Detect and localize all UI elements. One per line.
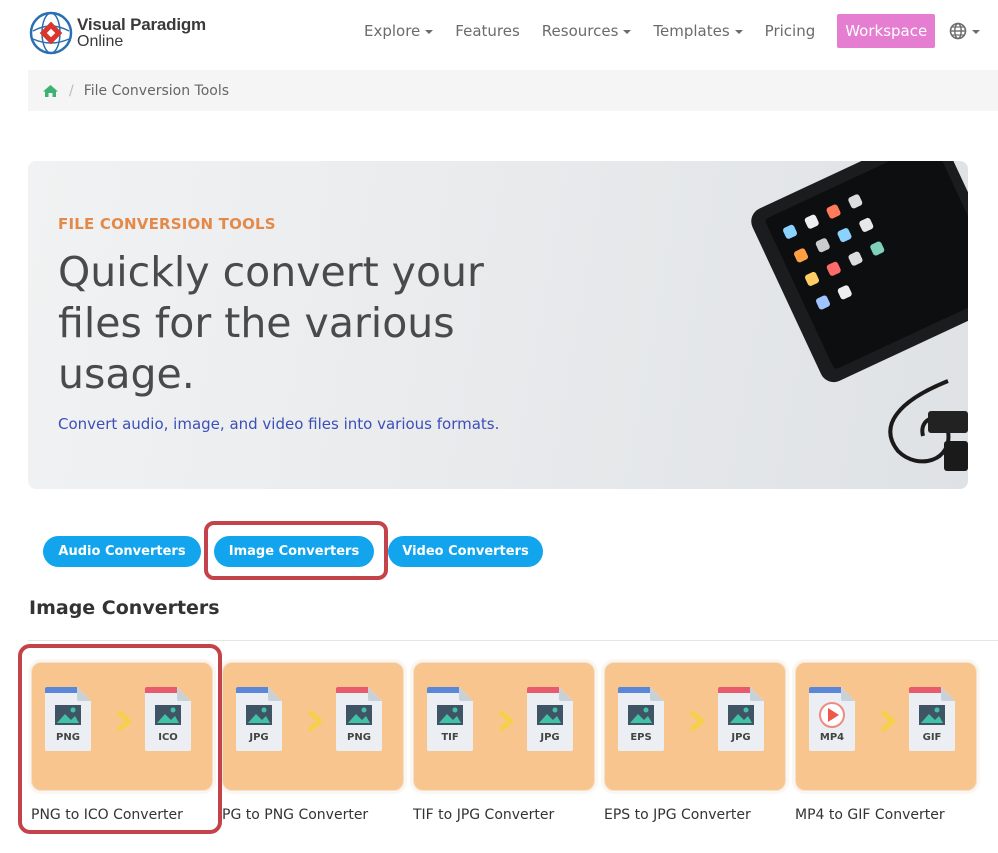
chevron-down-icon xyxy=(623,30,632,34)
converter-thumbnail[interactable]: TIF JPG xyxy=(413,662,595,791)
chevron-right-icon xyxy=(880,710,896,732)
converter-label[interactable]: PG to PNG Converter xyxy=(222,807,404,823)
section-divider xyxy=(28,640,998,641)
nav-pricing-label: Pricing xyxy=(764,22,816,40)
nav-explore-label: Explore xyxy=(364,22,421,40)
image-file-icon: JPG xyxy=(718,687,764,751)
logo-globe-icon xyxy=(29,11,73,55)
converter-label[interactable]: MP4 to GIF Converter xyxy=(795,807,977,823)
chevron-right-icon xyxy=(498,710,514,732)
image-file-icon: PNG xyxy=(336,687,382,751)
converter-label[interactable]: EPS to JPG Converter xyxy=(604,807,786,823)
to-format: JPG xyxy=(731,732,751,743)
chevron-right-icon xyxy=(689,710,705,732)
tablet-photo xyxy=(748,161,968,489)
converter-card-jpg-png[interactable]: JPG PNG PG to PNG Converter xyxy=(222,662,404,823)
chevron-down-icon xyxy=(425,30,434,34)
converter-thumbnail[interactable]: JPG PNG xyxy=(222,662,404,791)
from-format: TIF xyxy=(441,732,459,743)
nav-features-label: Features xyxy=(455,22,520,40)
home-icon[interactable] xyxy=(42,84,59,98)
breadcrumb: / File Conversion Tools xyxy=(28,70,998,111)
converter-card-tif-jpg[interactable]: TIF JPG TIF to JPG Converter xyxy=(413,662,595,823)
converter-thumbnail[interactable]: EPS JPG xyxy=(604,662,786,791)
to-format: PNG xyxy=(347,732,371,743)
tab-video-converters[interactable]: Video Converters xyxy=(388,536,543,567)
from-format: JPG xyxy=(249,732,269,743)
highlight-box xyxy=(18,644,222,834)
nav-resources[interactable]: Resources xyxy=(542,22,632,40)
to-format: GIF xyxy=(922,732,942,743)
image-file-icon: EPS xyxy=(618,687,664,751)
chevron-right-icon xyxy=(307,710,323,732)
nav-templates[interactable]: Templates xyxy=(653,22,743,40)
globe-icon xyxy=(949,22,967,40)
top-navbar: Visual Paradigm Online Explore Features … xyxy=(0,0,998,69)
brand-logo[interactable]: Visual Paradigm Online xyxy=(29,11,206,55)
image-file-icon: GIF xyxy=(909,687,955,751)
breadcrumb-separator: / xyxy=(69,82,74,99)
chevron-down-icon xyxy=(972,30,981,34)
hero-banner: FILE CONVERSION TOOLS Quickly convert yo… xyxy=(28,161,968,489)
nav-resources-label: Resources xyxy=(541,22,619,40)
chevron-down-icon xyxy=(734,30,743,34)
converter-card-eps-jpg[interactable]: EPS JPG EPS to JPG Converter xyxy=(604,662,786,823)
image-file-icon: TIF xyxy=(427,687,473,751)
image-file-icon: JPG xyxy=(527,687,573,751)
workspace-button[interactable]: Workspace xyxy=(837,14,936,48)
converter-card-mp4-gif[interactable]: MP4 GIF MP4 to GIF Converter xyxy=(795,662,977,823)
from-format: MP4 xyxy=(819,732,845,743)
hero-subtitle: Convert audio, image, and video files in… xyxy=(58,415,500,433)
nav-pricing[interactable]: Pricing xyxy=(765,22,816,40)
from-format: EPS xyxy=(630,732,652,743)
to-format: JPG xyxy=(540,732,560,743)
nav-templates-label: Templates xyxy=(653,22,730,40)
nav-explore[interactable]: Explore xyxy=(364,22,434,40)
hero-title: Quickly convert your files for the vario… xyxy=(58,248,484,398)
video-file-icon: MP4 xyxy=(809,687,855,751)
hero-eyebrow: FILE CONVERSION TOOLS xyxy=(58,215,276,233)
main-nav: Explore Features Resources Templates Pri… xyxy=(364,14,981,48)
converter-label[interactable]: TIF to JPG Converter xyxy=(413,807,595,823)
brand-name: Visual Paradigm xyxy=(77,15,206,34)
language-selector[interactable] xyxy=(949,22,981,40)
section-title: Image Converters xyxy=(29,597,220,619)
image-file-icon: JPG xyxy=(236,687,282,751)
nav-features[interactable]: Features xyxy=(455,22,520,40)
tab-audio-converters[interactable]: Audio Converters xyxy=(43,536,201,567)
converter-thumbnail[interactable]: MP4 GIF xyxy=(795,662,977,791)
brand-subname: Online xyxy=(77,33,124,50)
breadcrumb-current: File Conversion Tools xyxy=(83,82,230,99)
highlight-box xyxy=(204,521,388,580)
